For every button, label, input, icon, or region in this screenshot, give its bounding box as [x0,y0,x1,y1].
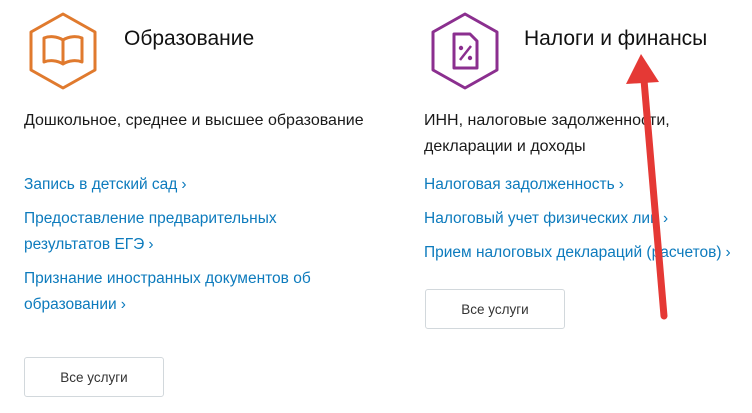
service-links: Запись в детский сад › Предоставление пре… [24,172,394,326]
link-foreign-docs[interactable]: Признание иностранных документов об обра… [24,266,334,318]
link-tax-debt[interactable]: Налоговая задолженность › [424,172,752,198]
chevron-right-icon: › [725,244,731,261]
card-description: ИНН, налоговые задолженности, декларации… [424,112,670,155]
card-title[interactable]: Налоги и финансы [524,27,707,51]
service-card-education: Образование Дошкольное, среднее и высшее… [0,0,400,413]
book-icon [29,12,97,90]
tax-document-icon [431,12,499,90]
all-services-button[interactable]: Все услуги [425,289,565,329]
link-kindergarten[interactable]: Запись в детский сад › [24,172,394,198]
chevron-right-icon: › [148,236,154,253]
service-card-taxes: Налоги и финансы ИНН, налоговые задолжен… [400,0,752,413]
link-tax-registration[interactable]: Налоговый учет физических лиц › [424,206,752,232]
all-services-button[interactable]: Все услуги [24,357,164,397]
chevron-right-icon: › [618,176,624,193]
chevron-right-icon: › [662,210,669,227]
link-ege-results[interactable]: Предоставление предварительных результат… [24,206,324,258]
card-title[interactable]: Образование [124,27,254,51]
link-tax-declarations[interactable]: Прием налоговых деклараций (расчетов) › [424,240,752,266]
service-links: Налоговая задолженность › Налоговый учет … [424,172,752,274]
chevron-right-icon: › [181,176,187,193]
chevron-right-icon: › [120,296,126,313]
card-description: Дошкольное, среднее и высшее образование [24,112,364,129]
